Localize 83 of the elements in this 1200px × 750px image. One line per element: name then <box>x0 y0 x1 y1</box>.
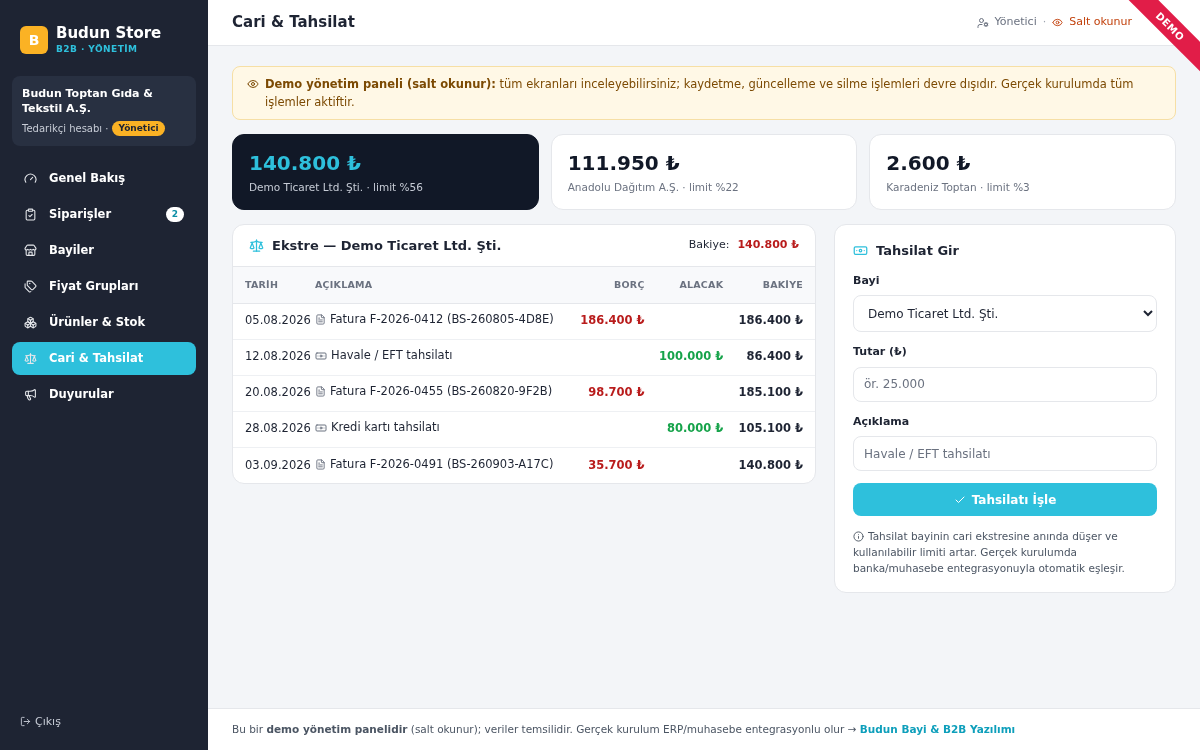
column-header: BAKİYE <box>723 267 815 303</box>
document-icon <box>315 386 326 398</box>
description-cell: Havale / EFT tahsilatı <box>315 339 575 375</box>
description-cell: Fatura F-2026-0455 (BS-260820-9F2B) <box>315 375 575 411</box>
form-title: Tahsilat Gir <box>876 242 959 260</box>
dealer-select[interactable]: Demo Ticaret Ltd. Şti. <box>853 295 1157 332</box>
footer-note: Bu bir demo yönetim panelidir (salt okunur); veriler temsilidir. Gerçek kurulum ERP/muhasebe entegrasyonlu olur → Budun Bayi & B2B Yazılımı <box>232 721 1016 737</box>
balance-cell: 105.100 ₺ <box>723 411 815 447</box>
description-cell: Kredi kartı tahsilatı <box>315 411 575 447</box>
banknote-icon <box>315 421 327 434</box>
account-type: Tedarikçi hesabı · <box>22 121 109 136</box>
nav-item[interactable]: Duyurular <box>12 378 196 411</box>
logout-link[interactable]: Çıkış <box>12 713 196 730</box>
store-icon <box>24 244 37 257</box>
date-cell: 12.08.2026 <box>233 339 315 375</box>
balance-card[interactable]: 111.950 ₺ Anadolu Dağıtım A.Ş. · limit %22 <box>550 134 858 210</box>
field-label: Açıklama <box>853 413 911 430</box>
brand-subtitle: B2B · YÖNETİM <box>56 42 139 56</box>
balance-amount: 140.800 ₺ <box>249 150 362 178</box>
balance-cell: 186.400 ₺ <box>723 303 815 339</box>
info-icon <box>853 530 864 542</box>
alert-text: Demo yönetim paneli (salt okunur): tüm ekranları inceleyebilirsiniz; kaydetme, güncelleme ve silme işlemleri devre dışıdır. Gerçek kurulumda tüm işlemler aktiftir. <box>265 76 1135 111</box>
field-label: Bayi <box>853 272 881 289</box>
document-icon <box>315 458 326 470</box>
balance-card[interactable]: 2.600 ₺ Karadeniz Toptan · limit %3 <box>869 134 1176 210</box>
column-header: BORÇ <box>574 267 645 303</box>
tags-icon <box>24 280 37 293</box>
column-header: ALACAK <box>644 267 724 303</box>
description-cell: Fatura F-2026-0491 (BS-260903-A17C) <box>315 447 575 483</box>
balance-amount: 111.950 ₺ <box>567 150 681 178</box>
date-cell: 28.08.2026 <box>233 411 315 447</box>
statement-title: Ekstre — Demo Ticaret Ltd. Şti. <box>272 236 503 255</box>
balance-value: 140.800 ₺ <box>737 237 799 254</box>
eye-icon <box>247 78 259 90</box>
scale-icon <box>249 238 264 253</box>
user-icon <box>976 16 989 29</box>
logout-icon <box>20 716 31 728</box>
mode-label: Salt okunur <box>1069 14 1132 31</box>
date-cell: 03.09.2026 <box>233 447 315 483</box>
debit-cell: 35.700 ₺ <box>574 447 645 483</box>
debit-cell: 98.700 ₺ <box>574 375 645 411</box>
eye-icon <box>1052 17 1064 28</box>
balance-caption: Demo Ticaret Ltd. Şti. · limit %56 <box>249 180 424 196</box>
debit-cell: 186.400 ₺ <box>574 303 645 339</box>
banknote-icon <box>315 349 327 362</box>
date-cell: 20.08.2026 <box>233 375 315 411</box>
nav-item[interactable]: Genel Bakış <box>12 162 196 195</box>
credit-cell: 100.000 ₺ <box>644 339 724 375</box>
count-badge: 2 <box>166 207 184 222</box>
boxes-icon <box>24 316 37 329</box>
info-text: Tahsilat bayinin cari ekstresine anında düşer ve kullanılabilir limiti artar. Gerçek kurulumda banka/muhasebe entegrasyonuyla otomatik eşleşir. <box>853 529 1126 576</box>
balance-cell: 86.400 ₺ <box>723 339 815 375</box>
credit-cell: 80.000 ₺ <box>644 411 724 447</box>
nav-item[interactable]: Bayiler <box>12 234 196 267</box>
date-cell: 05.08.2026 <box>233 303 315 339</box>
separator: · <box>1042 14 1047 31</box>
brand-name: Budun Store <box>56 24 162 43</box>
megaphone-icon <box>24 388 37 401</box>
balance-label: Bakiye: <box>688 237 730 254</box>
role-badge: Yönetici <box>112 120 165 136</box>
nav-item[interactable]: Siparişler 2 <box>12 198 196 231</box>
amount-field[interactable]: ör. 25.000 <box>853 366 1157 402</box>
description-cell: Fatura F-2026-0412 (BS-260805-4D8E) <box>315 303 575 339</box>
user-role: Yönetici <box>994 14 1037 31</box>
balance-amount: 2.600 ₺ <box>886 150 972 178</box>
scale-icon <box>24 352 37 365</box>
page-title: Cari & Tahsilat <box>232 12 356 34</box>
document-icon <box>315 314 326 326</box>
company-name: Budun Toptan Gıda & Tekstil A.Ş. <box>22 86 154 117</box>
balance-cell: 140.800 ₺ <box>723 447 815 483</box>
field-label: Tutar (₺) <box>853 344 908 360</box>
balance-caption: Anadolu Dağıtım A.Ş. · limit %22 <box>567 180 740 196</box>
balance-cell: 185.100 ₺ <box>723 375 815 411</box>
balance-card[interactable]: 140.800 ₺ Demo Ticaret Ltd. Şti. · limit %56 <box>232 134 539 210</box>
description-field[interactable]: Havale / EFT tahsilatı <box>853 436 1157 471</box>
balance-caption: Karadeniz Toptan · limit %3 <box>886 180 1031 196</box>
nav-item[interactable]: Ürünler & Stok <box>12 306 196 339</box>
clipboard-icon <box>24 208 37 221</box>
gauge-icon <box>24 172 37 185</box>
column-header: AÇIKLAMA <box>315 267 575 303</box>
nav-item[interactable]: Fiyat Grupları <box>12 270 196 303</box>
logo: B <box>20 26 48 55</box>
column-header: TARİH <box>233 267 315 303</box>
